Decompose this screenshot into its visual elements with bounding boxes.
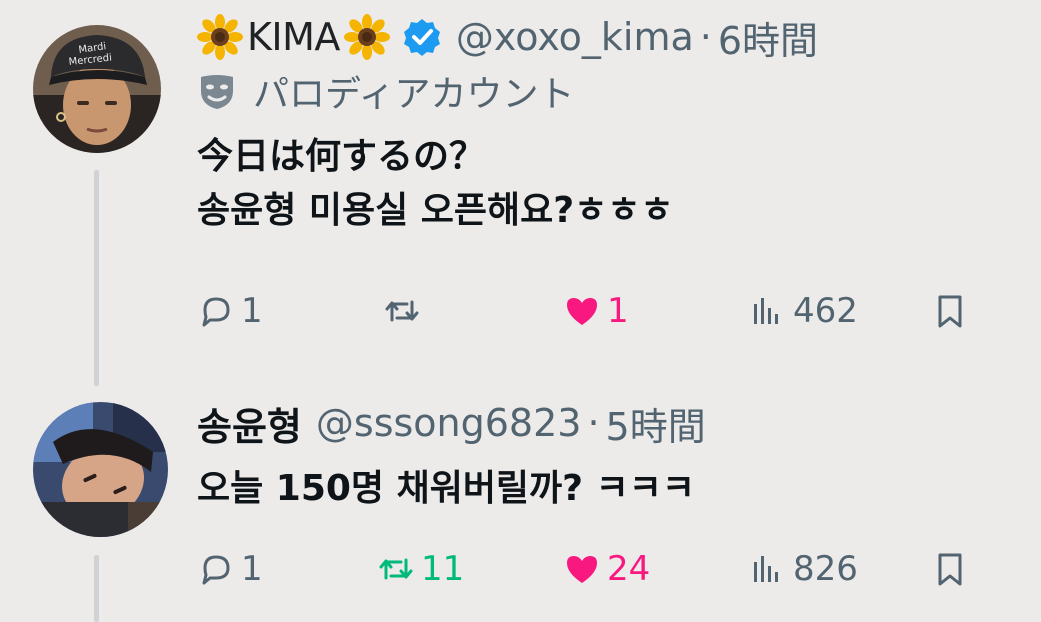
view-count: 826 [793, 549, 858, 589]
user-handle[interactable]: @sssong6823 [316, 401, 582, 445]
bookmark-icon [938, 553, 962, 586]
retweet-button[interactable]: 11 [377, 545, 464, 593]
display-name[interactable]: KIMA [247, 15, 340, 59]
reply-icon [202, 555, 230, 585]
reply-count: 1 [241, 291, 263, 331]
like-button[interactable]: 1 [563, 287, 629, 335]
separator-dot: · [699, 15, 712, 59]
reply-button[interactable]: 1 [197, 545, 263, 593]
display-name[interactable]: 송윤형 [197, 396, 302, 451]
tweet-1[interactable]: KIMA @xoxo_kima · 6時間 パロディアカウント 今日は何するの？… [197, 14, 1021, 238]
like-count: 24 [607, 549, 651, 589]
bookmark-button[interactable] [931, 545, 975, 593]
verified-badge-icon[interactable] [402, 17, 442, 57]
thread-connector-line [94, 170, 99, 386]
views-button[interactable]: 462 [749, 287, 858, 335]
views-button[interactable]: 826 [749, 545, 858, 593]
timestamp[interactable]: 6時間 [718, 10, 818, 65]
timestamp[interactable]: 5時間 [606, 396, 706, 451]
reply-icon [202, 297, 230, 327]
retweet-icon [385, 300, 419, 322]
tweet-header: KIMA @xoxo_kima · 6時間 [197, 14, 1021, 63]
tweet-2-actions: 1 11 24 826 [197, 545, 977, 593]
tweet-text-line: 今日は何するの？ [197, 136, 486, 177]
parody-account-label: パロディアカウント [197, 66, 1021, 116]
parody-mask-icon [197, 71, 237, 111]
retweet-icon [379, 558, 413, 580]
separator-dot: · [587, 401, 600, 445]
tweet-text: 今日は何するの？ 송윤형 미용실 오픈해요?ㅎㅎㅎ [197, 130, 1021, 238]
tweet-1-actions: 1 1 462 [197, 287, 977, 335]
retweet-count: 11 [421, 549, 465, 589]
tweet-text-line: 송윤형 미용실 오픈해요?ㅎㅎㅎ [197, 190, 674, 231]
avatar-kima[interactable]: Mardi Mercredi [33, 25, 161, 153]
retweet-button[interactable] [383, 287, 427, 335]
views-icon [754, 298, 778, 324]
tweet-header: 송윤형 @sssong6823 · 5時間 [197, 400, 1021, 449]
heart-filled-icon [567, 298, 597, 325]
views-icon [754, 556, 778, 582]
tweet-text-line: 오늘 150명 채워버릴까? ㅋㅋㅋ [197, 468, 695, 509]
reply-button[interactable]: 1 [197, 287, 263, 335]
reply-thread: Mardi Mercredi KIMA @xoxo_kima · 6時間 パロデ… [0, 0, 1041, 622]
view-count: 462 [793, 291, 858, 331]
like-button[interactable]: 24 [563, 545, 650, 593]
heart-filled-icon [567, 556, 597, 583]
bookmark-icon [938, 295, 962, 328]
sunflower-emoji-icon [197, 14, 243, 60]
sunflower-emoji-icon [343, 14, 390, 60]
tweet-text: 오늘 150명 채워버릴까? ㅋㅋㅋ [197, 462, 1021, 516]
bookmark-button[interactable] [931, 287, 975, 335]
avatar-sssong6823[interactable] [33, 402, 168, 537]
reply-count: 1 [241, 549, 263, 589]
tweet-2[interactable]: 송윤형 @sssong6823 · 5時間 오늘 150명 채워버릴까? ㅋㅋㅋ [197, 400, 1021, 516]
like-count: 1 [607, 291, 629, 331]
user-handle[interactable]: @xoxo_kima [456, 15, 694, 59]
parody-label-text: パロディアカウント [253, 74, 575, 115]
thread-connector-line [94, 555, 99, 622]
